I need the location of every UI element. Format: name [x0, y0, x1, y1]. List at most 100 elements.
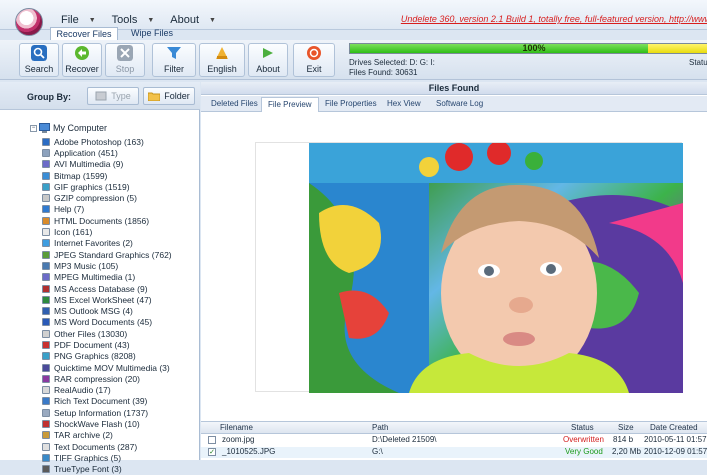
row-checkbox[interactable]: ✓ [208, 448, 216, 456]
file-type-icon [42, 216, 50, 225]
menu-tools[interactable]: Tools ▼ [106, 12, 161, 28]
stop-button[interactable]: Stop [105, 43, 145, 77]
row-path: D:\Deleted 21509\ [372, 435, 437, 444]
tree-item[interactable]: MS Outlook MSG (4) [42, 305, 172, 316]
tab-file-properties[interactable]: File Properties [325, 99, 377, 108]
tree-item[interactable]: Adobe Photoshop (163) [42, 136, 172, 147]
recover-button-label: Recover [65, 64, 99, 74]
tree-item[interactable]: MS Excel WorkSheet (47) [42, 294, 172, 305]
search-button[interactable]: Search [19, 43, 59, 77]
tree-item[interactable]: Help (7) [42, 204, 172, 215]
group-by-type-button[interactable]: Type [87, 87, 139, 105]
file-list-header: Filename Path Status Size Date Created [201, 422, 707, 434]
tree-item-label: AVI Multimedia (9) [54, 159, 124, 170]
table-row[interactable]: zoom.jpg D:\Deleted 21509\ Overwritten 8… [201, 435, 707, 446]
file-type-icon [42, 137, 50, 146]
file-type-icon [42, 329, 50, 338]
tree-item[interactable]: Internet Favorites (2) [42, 238, 172, 249]
tree-item-label: Adobe Photoshop (163) [54, 136, 144, 147]
column-path[interactable]: Path [372, 423, 388, 432]
tree-item[interactable]: Bitmap (1599) [42, 170, 172, 181]
tab-hex-view[interactable]: Hex View [387, 99, 421, 108]
tree-root-my-computer[interactable]: − My Computer [30, 122, 107, 134]
tree-item[interactable]: Text Documents (287) [42, 441, 172, 452]
menu-tools-label: Tools [111, 14, 138, 26]
collapse-icon[interactable]: − [30, 124, 37, 132]
column-size[interactable]: Size [618, 423, 634, 432]
tree-item[interactable]: JPEG Standard Graphics (762) [42, 249, 172, 260]
tree-item[interactable]: RAR compression (20) [42, 373, 172, 384]
language-button[interactable]: English [199, 43, 245, 77]
language-icon [216, 47, 228, 59]
language-button-label: English [207, 64, 237, 74]
promo-link[interactable]: Undelete 360, version 2.1 Build 1, total… [401, 14, 707, 24]
file-type-icon [42, 408, 50, 417]
tree-item[interactable]: MP3 Music (105) [42, 260, 172, 271]
tree-item-label: Text Documents (287) [54, 441, 138, 452]
exit-button[interactable]: Exit [293, 43, 335, 77]
column-filename[interactable]: Filename [220, 423, 253, 432]
tab-file-preview[interactable]: File Preview [261, 97, 319, 112]
tree-item[interactable]: MPEG Multimedia (1) [42, 272, 172, 283]
about-button[interactable]: About [248, 43, 288, 77]
tree-item[interactable]: Rich Text Document (39) [42, 396, 172, 407]
tree-item[interactable]: Icon (161) [42, 226, 172, 237]
tree-item[interactable]: Quicktime MOV Multimedia (3) [42, 362, 172, 373]
tree-item[interactable]: HTML Documents (1856) [42, 215, 172, 226]
file-type-icon [42, 284, 50, 293]
tree-item-label: PNG Graphics (8208) [54, 351, 136, 362]
row-size: 2,20 Mb [612, 447, 641, 456]
file-type-icon [42, 261, 50, 270]
row-filename: zoom.jpg [222, 435, 255, 444]
tree-item-label: MP3 Music (105) [54, 260, 119, 271]
tree-item[interactable]: PDF Document (43) [42, 339, 172, 350]
recover-button[interactable]: Recover [62, 43, 102, 77]
tree-item[interactable]: RealAudio (17) [42, 385, 172, 396]
menu-file[interactable]: File ▼ [55, 12, 102, 28]
tree-item[interactable]: ShockWave Flash (10) [42, 418, 172, 429]
tab-recover-files[interactable]: Recover Files [50, 27, 118, 40]
tab-deleted-files[interactable]: Deleted Files [211, 99, 258, 108]
column-date-created[interactable]: Date Created [650, 423, 698, 432]
tree-item[interactable]: TrueType Font (3) [42, 464, 172, 475]
files-found-header: Files Found [201, 82, 707, 95]
exit-icon [307, 46, 321, 60]
tree-item[interactable]: Other Files (13030) [42, 328, 172, 339]
scan-progress-bar: 100% [349, 43, 707, 54]
tab-wipe-files[interactable]: Wipe Files [118, 27, 186, 40]
status-label: Statu [689, 58, 707, 67]
menu-file-label: File [61, 14, 79, 26]
tree-item[interactable]: TIFF Graphics (5) [42, 452, 172, 463]
row-date: 2010-12-09 01:57 [644, 447, 707, 456]
tree-item[interactable]: GZIP compression (5) [42, 192, 172, 203]
tree-item-label: ShockWave Flash (10) [54, 419, 140, 430]
file-type-icon [42, 160, 50, 169]
tab-software-log[interactable]: Software Log [436, 99, 483, 108]
tree-item[interactable]: Setup Information (1737) [42, 407, 172, 418]
table-row[interactable]: ✓ _1010525.JPG G:\ Very Good 2,20 Mb 201… [201, 447, 707, 458]
tree-item-label: Icon (161) [54, 227, 93, 238]
left-panel: Group By: Type Folder − My Computer Adob… [0, 82, 200, 474]
file-type-icon [42, 194, 50, 203]
tree-item[interactable]: TAR archive (2) [42, 430, 172, 441]
filter-button[interactable]: Filter [152, 43, 196, 77]
file-type-icon [42, 228, 50, 237]
tree-item[interactable]: MS Word Documents (45) [42, 317, 172, 328]
group-by-type-label: Type [111, 91, 131, 101]
chevron-down-icon: ▼ [88, 16, 96, 24]
exit-button-label: Exit [306, 64, 322, 74]
row-status: Overwritten [563, 435, 604, 444]
tree-item-label: RealAudio (17) [54, 385, 111, 396]
menu-about[interactable]: About ▼ [164, 12, 222, 28]
tree-item[interactable]: Application (451) [42, 147, 172, 158]
column-status[interactable]: Status [571, 423, 594, 432]
tree-item[interactable]: PNG Graphics (8208) [42, 351, 172, 362]
group-by-folder-button[interactable]: Folder [143, 87, 195, 105]
file-type-icon [42, 363, 50, 372]
row-checkbox[interactable] [208, 436, 216, 444]
tree-item[interactable]: MS Access Database (9) [42, 283, 172, 294]
tree-item[interactable]: AVI Multimedia (9) [42, 159, 172, 170]
tree-item-label: Application (451) [54, 147, 118, 158]
recover-icon [75, 46, 89, 60]
tree-item[interactable]: GIF graphics (1519) [42, 181, 172, 192]
